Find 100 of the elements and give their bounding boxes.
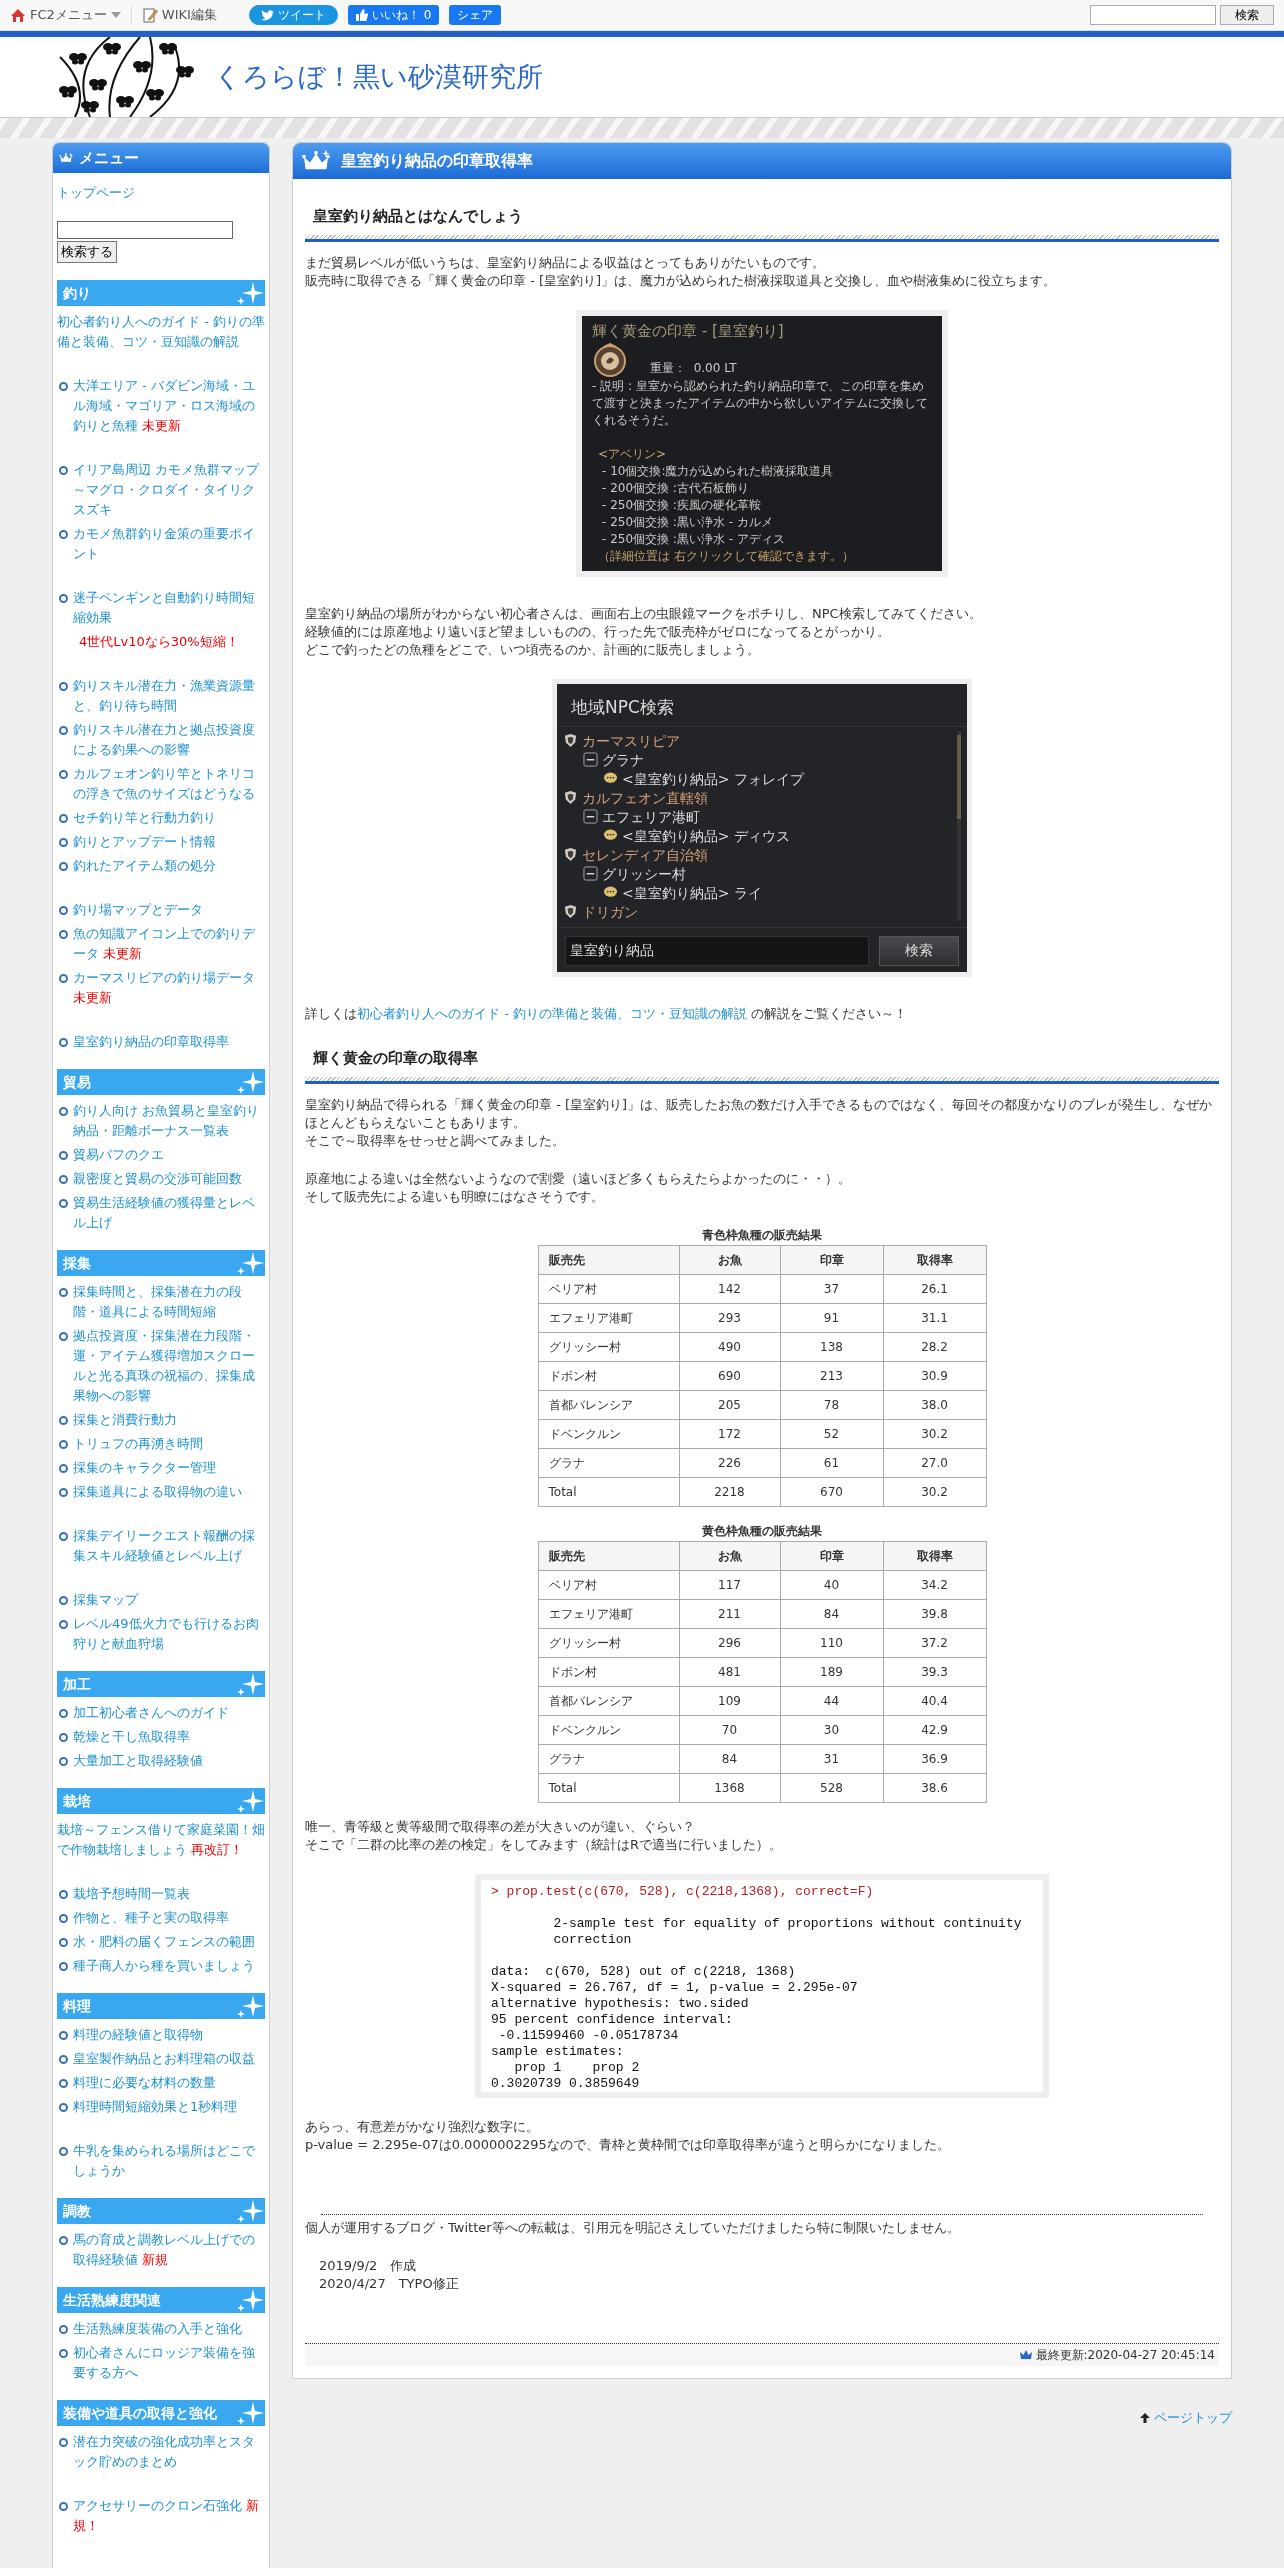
- shield-icon: [563, 904, 578, 919]
- menu-link[interactable]: 料理時間短縮効果と1秒料理: [57, 2097, 265, 2117]
- menu-link[interactable]: 生活熟練度装備の入手と強化: [57, 2319, 265, 2339]
- share-button[interactable]: シェア: [449, 5, 502, 25]
- menu-link[interactable]: 栽培予想時間一覧表: [57, 1864, 265, 1904]
- menu-link[interactable]: カーマスリピアの釣り場データ 未更新: [57, 968, 265, 1008]
- menu-link[interactable]: 釣り人向け お魚貿易と皇室釣り納品・距離ボーナス一覧表: [57, 1101, 265, 1141]
- wiki-edit-link[interactable]: WIKI編集: [141, 6, 227, 24]
- bullet-icon: [59, 1464, 68, 1473]
- bullet-icon: [59, 906, 68, 915]
- menu-link[interactable]: 親密度と貿易の交渉可能回数: [57, 1169, 265, 1189]
- menu-link[interactable]: 釣りとアップデート情報: [57, 832, 265, 852]
- menu-link[interactable]: 採集のキャラクター管理: [57, 1458, 265, 1478]
- npc-tree-item[interactable]: グリッシー村: [563, 864, 953, 883]
- menu-link[interactable]: 採集マップ: [57, 1570, 265, 1610]
- table-cell: 172: [679, 1419, 780, 1449]
- search-button[interactable]: 検索: [879, 936, 959, 966]
- menu-link[interactable]: 貿易バフのクエ: [57, 1145, 265, 1165]
- menu-link[interactable]: 採集と消費行動力: [57, 1410, 265, 1430]
- fc2-menu[interactable]: FC2メニュー: [10, 6, 132, 24]
- menu-link[interactable]: 料理に必要な材料の数量: [57, 2073, 265, 2093]
- menu-link[interactable]: 拠点投資度・採集潜在力段階・運・アイテム獲得増加スクロールと光る真珠の祝福の、採集成果物への影響: [57, 1326, 265, 1406]
- npc-tree-item[interactable]: グラナ: [563, 750, 953, 769]
- menu-link[interactable]: 皇室釣り納品の印章取得率: [57, 1012, 265, 1052]
- menu-link[interactable]: セチ釣り竿と行動力釣り: [57, 808, 265, 828]
- menu-link[interactable]: 大量加工と取得経験値: [57, 1751, 265, 1771]
- bullet-icon: [59, 1757, 68, 1766]
- menu-link[interactable]: トリュフの再湧き時間: [57, 1434, 265, 1454]
- menu-link[interactable]: 釣れたアイテム類の処分: [57, 856, 265, 876]
- table-cell: 30: [780, 1715, 883, 1745]
- menu-link[interactable]: 潜在力突破の強化成功率とスタック貯めのまとめ: [57, 2432, 265, 2472]
- menu-link[interactable]: 大洋エリア - バダビン海域・ユル海域・マゴリア・ロス海域の釣りと魚種 未更新: [57, 356, 265, 436]
- table-cell: ドベンクルン: [538, 1715, 679, 1745]
- site-title[interactable]: くろらぼ！黒い砂漠研究所: [214, 59, 543, 95]
- page-top-link[interactable]: ページトップ: [1154, 2409, 1232, 2427]
- menu-link[interactable]: アクセサリーのクロン石強化 新規！: [57, 2476, 265, 2536]
- menu-link[interactable]: 皇室製作納品とお料理箱の収益: [57, 2049, 265, 2069]
- bullet-icon: [59, 1962, 68, 1971]
- menu-link[interactable]: 乾燥と干し魚取得率: [57, 1727, 265, 1747]
- menu-link[interactable]: カモメ魚群釣り金策の重要ポイント: [57, 524, 265, 564]
- search-field[interactable]: 皇室釣り納品: [565, 936, 869, 966]
- bullet-icon: [59, 682, 68, 691]
- menu-link[interactable]: 魚の知識アイコン上での釣りデータ 未更新: [57, 924, 265, 964]
- bullet-icon: [59, 2147, 68, 2156]
- npc-tree-item[interactable]: <皇室釣り納品> フォレイプ: [563, 769, 953, 788]
- bullet-icon: [59, 1914, 68, 1923]
- menu-link[interactable]: カルフェオン釣り竿とトネリコの浮きで魚のサイズはどうなる: [57, 764, 265, 804]
- menu-link[interactable]: 作物と、種子と実の取得率: [57, 1908, 265, 1928]
- shield-icon: [563, 790, 578, 805]
- like-button[interactable]: いいね！ 0: [347, 5, 440, 25]
- menu-link[interactable]: 釣り場マップとデータ: [57, 880, 265, 920]
- table-cell: 84: [780, 1599, 883, 1629]
- npc-tree-item[interactable]: セレンディア自治領: [563, 845, 953, 864]
- top-page-link[interactable]: トップページ: [57, 183, 265, 203]
- npc-tree-item[interactable]: <皇室釣り納品> ライ: [563, 883, 953, 902]
- bullet-icon: [59, 2325, 68, 2334]
- npc-tree-item[interactable]: カルフェオン直轄領: [563, 788, 953, 807]
- section-title: 採集: [63, 1254, 91, 1273]
- bullet-icon: [59, 2031, 68, 2040]
- search-button[interactable]: 検索する: [57, 241, 117, 263]
- collapse-icon[interactable]: [583, 866, 598, 881]
- tweet-button[interactable]: ツイート: [248, 5, 338, 25]
- paragraph: あらっ、有意差がかなり強烈な数字に。 p-value = 2.295e-07は0.0000002295なので、青枠と黄枠間では印章取得率が違うと明らかになりました。: [305, 2118, 951, 2154]
- menu-link[interactable]: 料理の経験値と取得物: [57, 2025, 265, 2045]
- menu-link[interactable]: 水・肥料の届くフェンスの範囲: [57, 1932, 265, 1952]
- search-button[interactable]: 検索: [1220, 5, 1274, 25]
- search-field[interactable]: [1090, 5, 1216, 25]
- menu-link[interactable]: 採集デイリークエスト報酬の採集スキル経験値とレベル上げ: [57, 1506, 265, 1566]
- menu-link[interactable]: レベル49低火力でも行けるお肉狩りと献血狩場: [57, 1614, 265, 1654]
- bullet-icon: [59, 814, 68, 823]
- speech-bubble-icon: [603, 771, 618, 786]
- collapse-icon[interactable]: [583, 752, 598, 767]
- menu-link[interactable]: 牛乳を集められる場所はどこでしょうか: [57, 2121, 265, 2181]
- menu-link[interactable]: 採集時間と、採集潜在力の段階・道具による時間短縮: [57, 1282, 265, 1322]
- menu-link[interactable]: 釣りスキル潜在力と拠点投資度による釣果への影響: [57, 720, 265, 760]
- scrollbar[interactable]: [957, 731, 961, 921]
- npc-tree-item[interactable]: カーマスリピア: [563, 731, 953, 750]
- search-field[interactable]: [57, 221, 233, 239]
- menu-link[interactable]: 採集道具による取得物の違い: [57, 1482, 265, 1502]
- menu-link[interactable]: イリア島周辺 カモメ魚群マップ～マグロ・クロダイ・タイリクスズキ: [57, 440, 265, 520]
- npc-tree-item[interactable]: ドリガン: [563, 902, 953, 921]
- menu-link[interactable]: 釣りスキル潜在力・漁業資源量と、釣り待ち時間: [57, 656, 265, 716]
- npc-tree-item[interactable]: エフェリア港町: [563, 807, 953, 826]
- collapse-icon[interactable]: [583, 809, 598, 824]
- table-cell: 211: [679, 1599, 780, 1629]
- menu-link[interactable]: 迷子ペンギンと自動釣り時間短縮効果: [57, 568, 265, 628]
- menu-link[interactable]: 初心者釣り人へのガイド - 釣りの準備と装備、コツ・豆知識の解説: [57, 312, 265, 352]
- menu-link[interactable]: 種子商人から種を買いましょう: [57, 1956, 265, 1976]
- bullet-icon: [59, 726, 68, 735]
- table-cell: ドベンクルン: [538, 1419, 679, 1449]
- menu-link[interactable]: 栽培～フェンス借りて家庭菜園！畑で作物栽培しましょう 再改訂！: [57, 1820, 265, 1860]
- guide-link[interactable]: 初心者釣り人へのガイド - 釣りの準備と装備、コツ・豆知識の解説: [357, 1006, 747, 1021]
- table-cell: 36.9: [883, 1744, 986, 1774]
- menu-link[interactable]: 馬の育成と調教レベル上げでの取得経験値 新規: [57, 2230, 265, 2270]
- table-cell: 40: [780, 1570, 883, 1600]
- menu-link[interactable]: 加工初心者さんへのガイド: [57, 1703, 265, 1723]
- table-cell: 28.2: [883, 1332, 986, 1362]
- menu-link[interactable]: 貿易生活経験値の獲得量とレベル上げ: [57, 1193, 265, 1233]
- menu-link[interactable]: 初心者さんにロッジア装備を強要する方へ: [57, 2343, 265, 2383]
- npc-tree-item[interactable]: <皇室釣り納品> ディウス: [563, 826, 953, 845]
